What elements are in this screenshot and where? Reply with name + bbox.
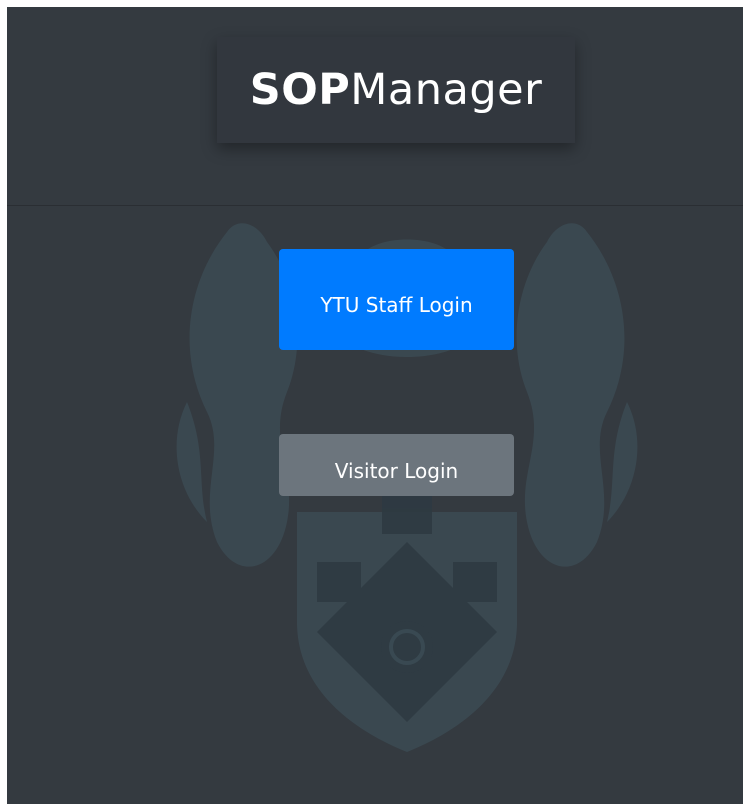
app-title: SOPManager (250, 65, 543, 115)
app-logo: SOPManager (217, 37, 575, 143)
visitor-login-button[interactable]: Visitor Login (279, 434, 514, 496)
app-title-bold: SOP (249, 65, 351, 115)
staff-login-button[interactable]: YTU Staff Login (279, 249, 514, 350)
header-divider (7, 205, 743, 206)
app-title-light: Manager (350, 65, 543, 115)
login-page: SOPManager YTU Staff Login Visitor Login (7, 7, 743, 804)
